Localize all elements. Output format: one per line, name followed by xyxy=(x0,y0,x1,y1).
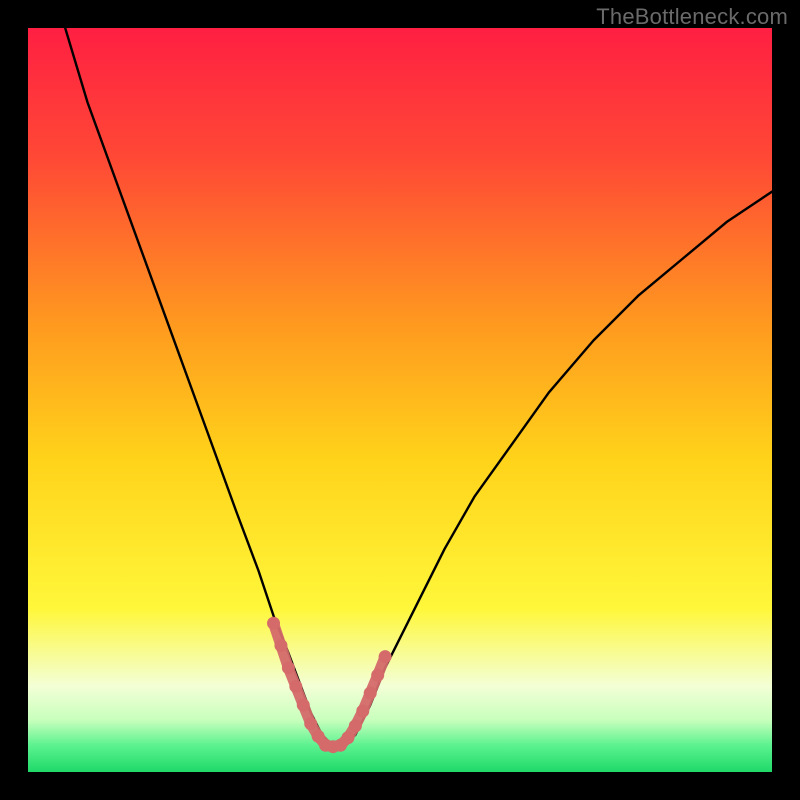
watermark-text: TheBottleneck.com xyxy=(596,4,788,30)
optimal-marker xyxy=(304,717,317,730)
optimal-marker xyxy=(297,699,310,712)
optimal-marker xyxy=(356,704,369,717)
optimal-marker xyxy=(379,650,392,663)
optimal-marker xyxy=(371,669,384,682)
optimal-marker xyxy=(267,617,280,630)
gradient-background xyxy=(28,28,772,772)
optimal-marker xyxy=(282,661,295,674)
optimal-marker xyxy=(289,680,302,693)
optimal-marker xyxy=(274,639,287,652)
optimal-marker xyxy=(364,687,377,700)
bottleneck-chart xyxy=(28,28,772,772)
chart-frame: { "watermark": "TheBottleneck.com", "col… xyxy=(0,0,800,800)
optimal-marker xyxy=(349,719,362,732)
optimal-marker xyxy=(341,731,354,744)
